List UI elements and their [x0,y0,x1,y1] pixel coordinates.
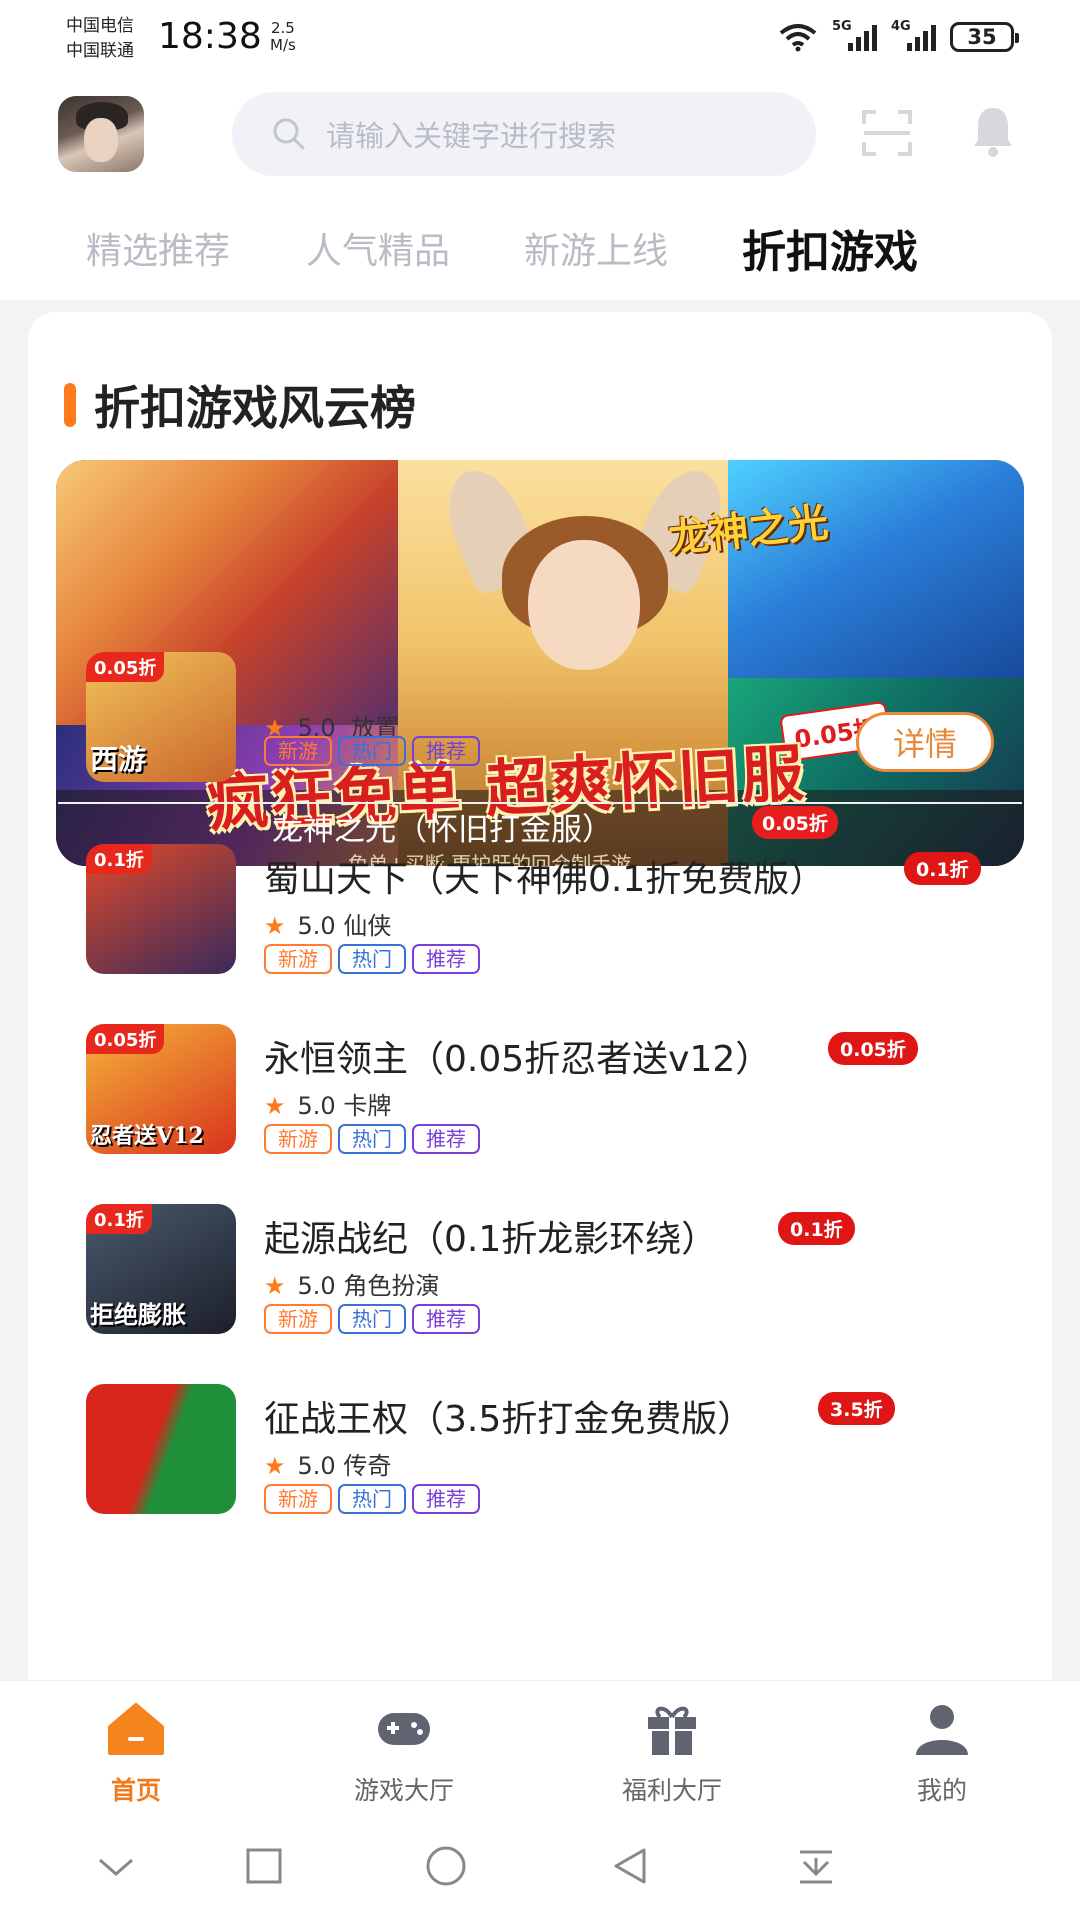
tag-new: 新游 [264,944,332,974]
tab-discount-games[interactable]: 折扣游戏 [742,216,918,280]
star-icon: ★ [264,912,286,940]
game-tags: 新游 热门 推荐 [264,1304,480,1334]
tab-popular[interactable]: 人气精品 [306,222,450,274]
clock: 18:38 [158,16,262,57]
nav-home[interactable]: 首页 [56,1701,216,1807]
carrier-names: 中国电信 中国联通 [66,16,134,61]
game-name: 永恒领主（0.05折忍者送v12） [264,1039,772,1080]
discount-badge: 0.05折 [828,1032,918,1065]
search-input[interactable]: 请输入关键字进行搜索 [326,113,616,155]
system-nav-bar [0,1820,1080,1920]
game-tags: 新游 热门 推荐 [264,736,480,766]
chevron-down-icon[interactable] [94,1844,138,1888]
star-icon: ★ [264,1092,286,1120]
scan-icon[interactable] [860,106,914,160]
game-row[interactable]: 0.05折 忍者送V12 永恒领主（0.05折忍者送v12） 0.05折 ★ 5.… [28,1024,1052,1164]
status-bar: 中国电信 中国联通 18:38 2.5 M/s 5G 4G 35 [0,0,1080,80]
battery-icon: 35 [950,22,1019,52]
game-rating: ★ 5.0 仙侠 [264,912,392,940]
game-name: 征战王权（3.5折打金免费版） [264,1399,754,1440]
signal-4g-icon: 4G [891,19,936,51]
game-icon [86,1384,236,1514]
discount-badge: 3.5折 [818,1392,895,1425]
recent-apps-icon[interactable] [242,1844,286,1888]
star-icon: ★ [264,1452,286,1480]
game-tags: 新游 热门 推荐 [264,1124,480,1154]
bottom-nav: 首页 游戏大厅 福利大厅 我的 [0,1680,1080,1820]
game-row[interactable]: 0.1折 蜀山天下（天下神佛0.1折免费版） 0.1折 ★ 5.0 仙侠 新游 热… [28,844,1052,984]
category-tabs: 精选推荐 人气精品 新游上线 折扣游戏 [0,210,1080,290]
tag-new: 新游 [264,736,332,766]
game-rating: ★ 5.0 传奇 [264,1452,392,1480]
wifi-icon [779,24,817,52]
tag-new: 新游 [264,1124,332,1154]
nav-welfare-hall[interactable]: 福利大厅 [592,1701,752,1807]
detail-button[interactable]: 详情 [856,712,994,772]
banner-art-panel [728,460,1024,678]
tag-hot: 热门 [338,1124,406,1154]
discount-badge: 0.1折 [904,852,981,885]
tag-hot: 热门 [338,944,406,974]
star-icon: ★ [264,1272,286,1300]
game-row[interactable]: 征战王权（3.5折打金免费版） 3.5折 ★ 5.0 传奇 新游 热门 推荐 [28,1384,1052,1524]
banner-game-title: 龙神之光（怀旧打金服） [272,812,613,848]
game-row[interactable]: 0.1折 拒绝膨胀 起源战纪（0.1折龙影环绕） 0.1折 ★ 5.0 角色扮演 … [28,1204,1052,1344]
home-button-icon[interactable] [424,1844,468,1888]
signal-5g-icon: 5G [832,19,877,51]
tag-recommend: 推荐 [412,1124,480,1154]
gamepad-icon [378,1713,430,1745]
user-icon [916,1705,968,1755]
tag-recommend: 推荐 [412,944,480,974]
tab-featured[interactable]: 精选推荐 [86,222,230,274]
game-rating: ★ 5.0 角色扮演 [264,1272,440,1300]
app-header: 请输入关键字进行搜索 精选推荐 人气精品 新游上线 折扣游戏 [0,80,1080,300]
game-icon: 0.05折 忍者送V12 [86,1024,236,1154]
game-name: 起源战纪（0.1折龙影环绕） [264,1219,718,1260]
tag-hot: 热门 [338,1484,406,1514]
tag-hot: 热门 [338,736,406,766]
game-icon: 0.1折 [86,844,236,974]
tag-new: 新游 [264,1304,332,1334]
back-icon[interactable] [608,1844,652,1888]
home-icon [108,1703,164,1755]
bell-icon[interactable] [972,104,1014,158]
discount-ranking-card: 折扣游戏风云榜 龙神之光 0.05折 疯狂免单 超爽怀旧服 免单+买断 更护肝的… [28,312,1052,1812]
section-accent-bar [64,383,76,427]
net-speed: 2.5 M/s [270,19,296,54]
search-icon [273,118,305,150]
tag-recommend: 推荐 [412,736,480,766]
nav-mine[interactable]: 我的 [862,1701,1022,1807]
game-rating: ★ 5.0 卡牌 [264,1092,392,1120]
nav-game-hall[interactable]: 游戏大厅 [324,1701,484,1807]
search-bar[interactable]: 请输入关键字进行搜索 [232,92,816,176]
gift-icon [648,1706,696,1755]
section-title: 折扣游戏风云榜 [64,372,416,438]
tag-recommend: 推荐 [412,1484,480,1514]
game-tags: 新游 热门 推荐 [264,1484,480,1514]
tab-new-games[interactable]: 新游上线 [524,222,668,274]
avatar[interactable] [58,96,144,172]
tag-new: 新游 [264,1484,332,1514]
discount-badge: 0.1折 [778,1212,855,1245]
game-name: 蜀山天下（天下神佛0.1折免费版） [264,859,826,900]
game-icon: 0.1折 拒绝膨胀 [86,1204,236,1334]
game-tags: 新游 热门 推荐 [264,944,480,974]
notification-shade-icon[interactable] [794,1844,838,1888]
game-icon: 0.05折 西游 [86,652,236,782]
banner-discount-badge: 0.05折 [752,806,838,839]
divider [58,802,1022,804]
tag-hot: 热门 [338,1304,406,1334]
character-face [528,540,640,670]
tag-recommend: 推荐 [412,1304,480,1334]
